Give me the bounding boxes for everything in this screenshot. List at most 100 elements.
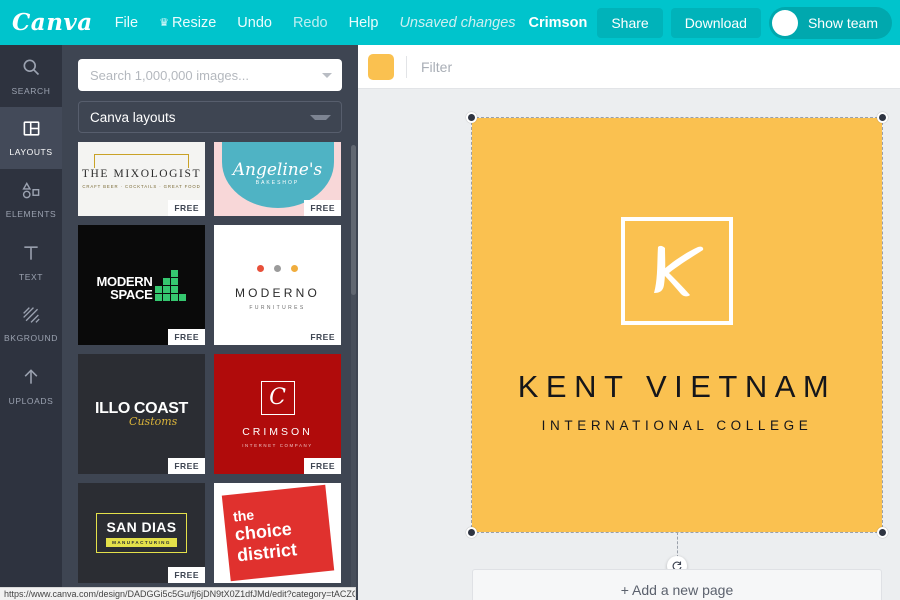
text-icon [21, 243, 41, 268]
san-dias-frame: SAN DIAS MANUFACTURING [96, 513, 187, 553]
design-mark-frame [621, 217, 733, 325]
resize-handle-top-right[interactable] [877, 112, 888, 123]
left-rail: SEARCH LAYOUTS ELEMENTS TEXT BKGROUND UP… [0, 45, 62, 600]
rotate-connector [677, 532, 678, 558]
sidebar-label-search: SEARCH [11, 85, 51, 96]
chevron-down-icon[interactable] [322, 73, 332, 78]
free-badge: FREE [168, 200, 205, 216]
layout-thumbnail-choice-district[interactable]: the choice district [214, 483, 341, 583]
avatar [771, 9, 798, 36]
free-badge: FREE [304, 458, 341, 474]
layouts-icon [22, 119, 41, 143]
layout-thumbnail-grid: THE MIXOLOGIST CRAFT BEER · COCKTAILS · … [62, 142, 358, 600]
show-team-button[interactable]: Show team [768, 6, 892, 39]
resize-handle-bottom-left[interactable] [466, 527, 477, 538]
search-box[interactable] [78, 59, 342, 91]
san-dias-title: SAN DIAS [106, 519, 177, 535]
top-bar: Canva File ♛ Resize Undo Redo Help Unsave… [0, 0, 900, 45]
design-title: KENT VIETNAM [517, 369, 837, 404]
sidebar-item-text[interactable]: TEXT [0, 231, 62, 293]
crimson-mark-frame: C [260, 380, 295, 415]
free-badge: FREE [168, 329, 205, 345]
crimson-subtitle: INTERNET COMPANY [242, 442, 313, 448]
canva-logo[interactable]: Canva [12, 9, 93, 36]
add-new-page-button[interactable]: + Add a new page [472, 569, 882, 600]
menu-help[interactable]: Help [349, 15, 379, 31]
crimson-mark-letter: C [269, 385, 286, 410]
design-artboard[interactable]: KENT VIETNAM INTERNATIONAL COLLEGE [472, 118, 882, 532]
resize-handle-bottom-right[interactable] [877, 527, 888, 538]
crimson-title: CRIMSON [242, 425, 313, 438]
color-swatch-button[interactable] [368, 53, 394, 80]
selected-design-page[interactable]: KENT VIETNAM INTERNATIONAL COLLEGE [466, 112, 888, 576]
add-new-page-label: + Add a new page [620, 582, 734, 598]
menu-resize-label: Resize [171, 14, 217, 31]
mixologist-subtitle: CRAFT BEER · COCKTAILS · GREAT FOOD [82, 183, 201, 189]
layouts-panel: Canva layouts THE MIXOLOGIST CRAFT BEER … [62, 45, 358, 600]
menu-file[interactable]: File [115, 15, 138, 31]
editor-toolbar: Filter [358, 45, 900, 89]
layout-thumbnail-mixologist[interactable]: THE MIXOLOGIST CRAFT BEER · COCKTAILS · … [78, 142, 205, 216]
download-button[interactable]: Download [670, 7, 761, 38]
moderno-subtitle: FURNITURES [249, 305, 306, 311]
mixologist-rule [94, 154, 189, 168]
sidebar-label-text: TEXT [18, 271, 44, 282]
moderno-dot-gray [273, 265, 281, 272]
brush-k-icon [654, 245, 704, 297]
menu-resize[interactable]: ♛ Resize [159, 15, 216, 31]
sidebar-item-uploads[interactable]: UPLOADS [0, 355, 62, 417]
category-select[interactable]: Canva layouts [78, 101, 342, 133]
choice-district-shape: the choice district [221, 484, 334, 582]
moderno-dots [235, 259, 320, 277]
panel-scrollbar-thumb[interactable] [351, 145, 356, 295]
layout-thumbnail-angelines[interactable]: Angeline's BAKESHOP FREE [214, 142, 341, 216]
moderno-dot-yellow [291, 265, 299, 272]
sidebar-item-layouts[interactable]: LAYOUTS [0, 107, 62, 169]
sidebar-item-elements[interactable]: ELEMENTS [0, 169, 62, 231]
elements-icon [21, 181, 42, 205]
save-status: Unsaved changes [399, 14, 516, 31]
design-brand-name: Crimson [528, 14, 588, 31]
canva-editor: Canva File ♛ Resize Undo Redo Help Unsave… [0, 0, 900, 600]
sidebar-label-layouts: LAYOUTS [9, 147, 53, 157]
free-badge: FREE [168, 458, 205, 474]
free-badge: FREE [168, 567, 205, 583]
background-icon [21, 306, 41, 329]
angelines-title: Angeline's [232, 160, 323, 180]
moderno-dot-red [256, 265, 264, 272]
mixologist-title: THE MIXOLOGIST [81, 167, 202, 180]
category-select-value: Canva layouts [90, 109, 176, 125]
search-icon [21, 57, 41, 82]
sidebar-label-uploads: UPLOADS [8, 395, 54, 406]
sidebar-item-search[interactable]: SEARCH [0, 45, 62, 107]
canvas-area[interactable]: KENT VIETNAM INTERNATIONAL COLLEGE + Add… [358, 89, 900, 600]
free-badge: FREE [304, 329, 341, 345]
modern-space-blocks [155, 269, 187, 301]
moderno-title: MODERNO [234, 286, 321, 300]
layout-thumbnail-san-dias[interactable]: SAN DIAS MANUFACTURING FREE [78, 483, 205, 583]
upload-icon [21, 367, 41, 392]
layout-thumbnail-illo-coast[interactable]: ILLO COAST Customs FREE [78, 354, 205, 474]
chevron-down-icon[interactable] [310, 115, 331, 120]
toolbar-divider [406, 55, 407, 78]
layout-thumbnail-crimson[interactable]: C CRIMSON INTERNET COMPANY FREE [214, 354, 341, 474]
sidebar-label-elements: ELEMENTS [5, 209, 57, 219]
search-input[interactable] [78, 59, 342, 91]
share-button[interactable]: Share [597, 7, 663, 38]
top-bar-right: Crimson Share Download Show team [528, 0, 892, 45]
layout-thumbnail-modern-space[interactable]: MODERN SPACE FREE [78, 225, 205, 345]
resize-handle-top-left[interactable] [466, 112, 477, 123]
menu-redo[interactable]: Redo [293, 15, 328, 31]
show-team-label: Show team [807, 14, 878, 31]
sidebar-label-background: BKGROUND [4, 332, 58, 343]
free-badge: FREE [304, 200, 341, 216]
design-tagline: INTERNATIONAL COLLEGE [541, 418, 813, 433]
angelines-subtitle: BAKESHOP [255, 180, 300, 186]
menu-undo[interactable]: Undo [237, 15, 272, 31]
sidebar-item-background[interactable]: BKGROUND [0, 293, 62, 355]
filter-button[interactable]: Filter [421, 59, 452, 75]
crown-icon: ♛ [159, 16, 169, 29]
san-dias-subtitle: MANUFACTURING [106, 538, 177, 547]
layout-thumbnail-moderno[interactable]: MODERNO FURNITURES FREE [214, 225, 341, 345]
search-wrapper [62, 45, 358, 91]
